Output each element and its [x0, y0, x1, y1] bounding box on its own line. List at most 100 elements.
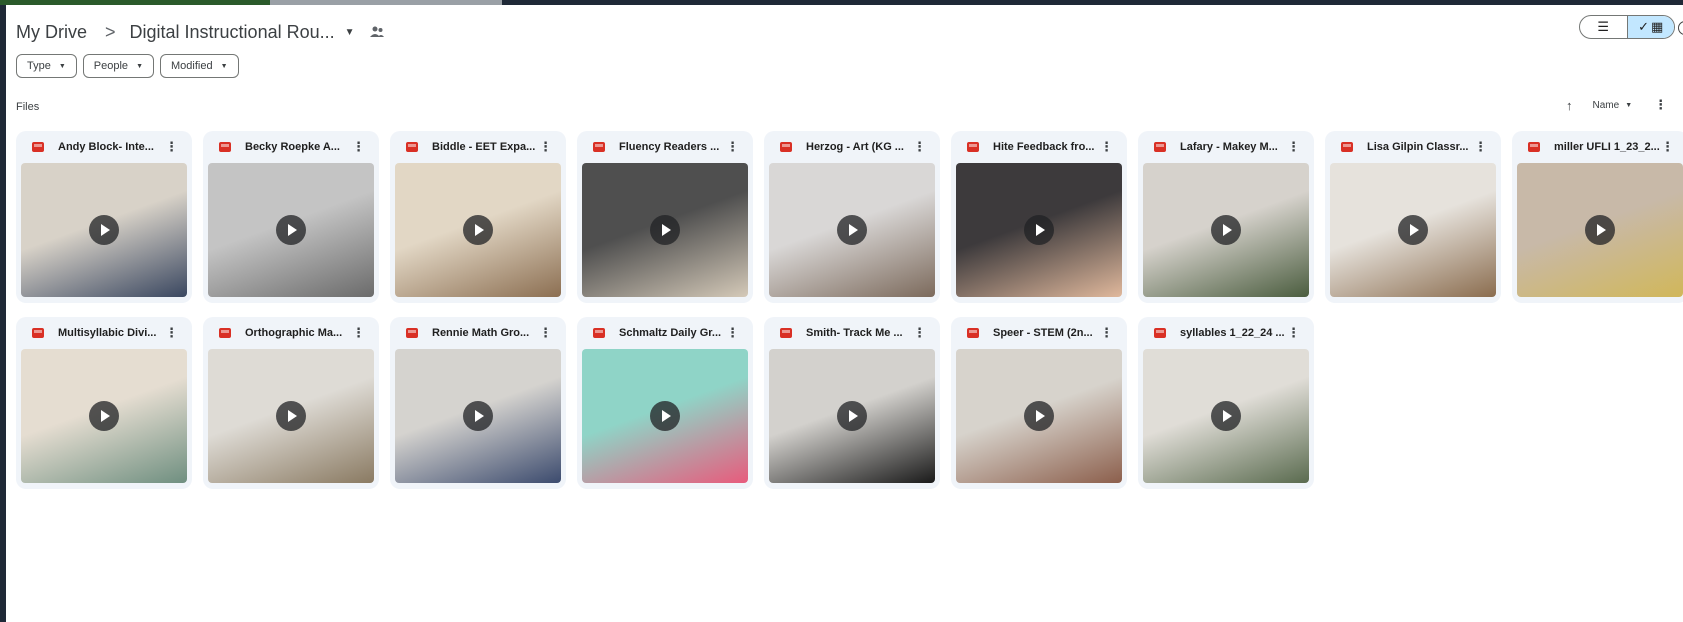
file-card[interactable]: Becky Roepke A... ⋮ — [203, 131, 379, 303]
more-actions-icon[interactable]: ⋮ — [1661, 139, 1674, 155]
chevron-down-icon: ▼ — [58, 62, 66, 70]
play-icon[interactable] — [1211, 401, 1241, 431]
play-icon[interactable] — [837, 401, 867, 431]
file-card[interactable]: Orthographic Ma... ⋮ — [203, 317, 379, 489]
video-thumbnail[interactable] — [1330, 163, 1496, 297]
video-thumbnail[interactable] — [208, 349, 374, 483]
more-actions-icon[interactable]: ⋮ — [352, 325, 365, 341]
play-icon[interactable] — [1585, 215, 1615, 245]
video-file-icon — [32, 328, 44, 338]
file-card[interactable]: Herzog - Art (KG ... ⋮ — [764, 131, 940, 303]
play-icon[interactable] — [650, 215, 680, 245]
file-name: Fluency Readers ... — [619, 141, 720, 153]
file-name: Rennie Math Gro... — [432, 327, 530, 339]
chevron-down-icon[interactable]: ▼ — [1625, 102, 1632, 109]
video-thumbnail[interactable] — [395, 349, 561, 483]
info-icon[interactable] — [1678, 21, 1683, 35]
more-actions-icon[interactable]: ⋮ — [352, 139, 365, 155]
play-icon[interactable] — [89, 401, 119, 431]
more-options-icon[interactable]: ⋮ — [1654, 97, 1667, 113]
play-icon[interactable] — [463, 401, 493, 431]
video-thumbnail[interactable] — [1143, 349, 1309, 483]
file-name: Speer - STEM (2n... — [993, 327, 1093, 339]
file-card[interactable]: Lisa Gilpin Classr... ⋮ — [1325, 131, 1501, 303]
file-card[interactable]: Smith- Track Me ... ⋮ — [764, 317, 940, 489]
file-name: miller UFLI 1_23_2... — [1554, 141, 1660, 153]
file-name: Herzog - Art (KG ... — [806, 141, 904, 153]
grid-view-button[interactable]: ✓ ▦ — [1626, 16, 1674, 38]
video-thumbnail[interactable] — [769, 349, 935, 483]
play-icon[interactable] — [463, 215, 493, 245]
file-card[interactable]: Schmaltz Daily Gr... ⋮ — [577, 317, 753, 489]
more-actions-icon[interactable]: ⋮ — [165, 139, 178, 155]
play-icon[interactable] — [1398, 215, 1428, 245]
play-icon[interactable] — [1024, 401, 1054, 431]
breadcrumb-my-drive[interactable]: My Drive — [16, 22, 87, 43]
more-actions-icon[interactable]: ⋮ — [1100, 139, 1113, 155]
filter-modified-chip[interactable]: Modified ▼ — [160, 54, 239, 78]
more-actions-icon[interactable]: ⋮ — [1100, 325, 1113, 341]
filter-people-chip[interactable]: People ▼ — [82, 54, 154, 78]
video-thumbnail[interactable] — [1143, 163, 1309, 297]
play-icon[interactable] — [276, 215, 306, 245]
video-thumbnail[interactable] — [208, 163, 374, 297]
file-card[interactable]: Speer - STEM (2n... ⋮ — [951, 317, 1127, 489]
breadcrumb-current-folder[interactable]: Digital Instructional Rou... — [130, 22, 335, 43]
play-icon[interactable] — [837, 215, 867, 245]
play-icon[interactable] — [1024, 215, 1054, 245]
more-actions-icon[interactable]: ⋮ — [1474, 139, 1487, 155]
file-card[interactable]: Lafary - Makey M... ⋮ — [1138, 131, 1314, 303]
breadcrumb-separator: > — [105, 21, 116, 42]
list-icon: ☰ — [1597, 19, 1610, 34]
video-thumbnail[interactable] — [21, 349, 187, 483]
video-file-icon — [1528, 142, 1540, 152]
more-actions-icon[interactable]: ⋮ — [1287, 139, 1300, 155]
more-actions-icon[interactable]: ⋮ — [539, 139, 552, 155]
more-actions-icon[interactable]: ⋮ — [913, 139, 926, 155]
video-thumbnail[interactable] — [21, 163, 187, 297]
file-card[interactable]: Multisyllabic Divi... ⋮ — [16, 317, 192, 489]
video-thumbnail[interactable] — [582, 163, 748, 297]
filter-chips: Type ▼ People ▼ Modified ▼ — [16, 54, 239, 78]
file-name: Lafary - Makey M... — [1180, 141, 1278, 153]
folder-menu-caret-icon[interactable]: ▼ — [345, 27, 355, 38]
file-card[interactable]: Rennie Math Gro... ⋮ — [390, 317, 566, 489]
more-actions-icon[interactable]: ⋮ — [726, 325, 739, 341]
sort-by-name-button[interactable]: Name — [1593, 100, 1620, 111]
file-card-header: miller UFLI 1_23_2... — [1512, 131, 1683, 163]
file-name: Lisa Gilpin Classr... — [1367, 141, 1469, 153]
play-icon[interactable] — [89, 215, 119, 245]
video-thumbnail[interactable] — [1517, 163, 1683, 297]
video-file-icon — [1154, 142, 1166, 152]
video-thumbnail[interactable] — [395, 163, 561, 297]
video-file-icon — [967, 142, 979, 152]
play-icon[interactable] — [276, 401, 306, 431]
more-actions-icon[interactable]: ⋮ — [1287, 325, 1300, 341]
more-actions-icon[interactable]: ⋮ — [539, 325, 552, 341]
list-view-button[interactable]: ☰ — [1580, 16, 1627, 38]
more-actions-icon[interactable]: ⋮ — [165, 325, 178, 341]
more-actions-icon[interactable]: ⋮ — [726, 139, 739, 155]
file-name: Orthographic Ma... — [245, 327, 343, 339]
file-card[interactable]: Hite Feedback fro... ⋮ — [951, 131, 1127, 303]
video-file-icon — [1341, 142, 1353, 152]
file-card[interactable]: Biddle - EET Expa... ⋮ — [390, 131, 566, 303]
video-thumbnail[interactable] — [956, 349, 1122, 483]
file-card[interactable]: syllables 1_22_24 ... ⋮ — [1138, 317, 1314, 489]
file-card[interactable]: Andy Block- Inte... ⋮ — [16, 131, 192, 303]
filter-type-chip[interactable]: Type ▼ — [16, 54, 77, 78]
video-thumbnail[interactable] — [582, 349, 748, 483]
more-actions-icon[interactable]: ⋮ — [913, 325, 926, 341]
video-thumbnail[interactable] — [769, 163, 935, 297]
play-icon[interactable] — [1211, 215, 1241, 245]
file-name: Schmaltz Daily Gr... — [619, 327, 722, 339]
file-name: Hite Feedback fro... — [993, 141, 1095, 153]
sort-direction-up-arrow-icon[interactable]: ↑ — [1566, 98, 1573, 113]
video-file-icon — [593, 328, 605, 338]
video-thumbnail[interactable] — [956, 163, 1122, 297]
video-file-icon — [780, 142, 792, 152]
play-icon[interactable] — [650, 401, 680, 431]
view-toggle: ☰ ✓ ▦ — [1579, 15, 1675, 39]
file-card[interactable]: Fluency Readers ... ⋮ — [577, 131, 753, 303]
file-card[interactable]: miller UFLI 1_23_2... ⋮ — [1512, 131, 1683, 303]
